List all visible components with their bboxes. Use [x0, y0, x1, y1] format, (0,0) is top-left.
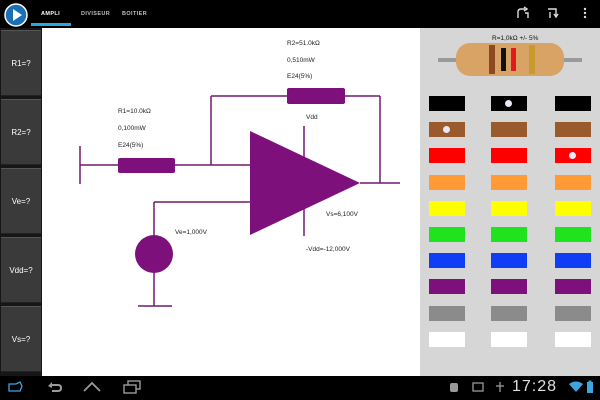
color-band-chip[interactable]: [555, 227, 591, 242]
screenshot-icon: [472, 382, 484, 392]
vs-label: Vs=6,100V: [326, 211, 358, 218]
color-band-chip[interactable]: [429, 279, 465, 295]
color-band-chip[interactable]: [491, 305, 527, 321]
flip-up-icon[interactable]: [516, 6, 530, 20]
color-band-chip[interactable]: [555, 279, 591, 295]
recent-apps-icon[interactable]: [122, 380, 142, 394]
color-band-chip[interactable]: [555, 174, 591, 190]
clock: 17:28: [512, 378, 558, 395]
color-band-chip[interactable]: [429, 227, 465, 242]
r2-series-label: E24(5%): [287, 73, 313, 80]
color-band-chip[interactable]: [491, 227, 527, 242]
color-band-chip[interactable]: [429, 96, 465, 111]
action-bar: AMPLI DIVISEUR BOITIER: [0, 0, 600, 28]
color-band-chip[interactable]: [491, 279, 527, 295]
solve-r1-button[interactable]: R1=?: [1, 30, 41, 96]
resistor-r1: [118, 158, 175, 173]
color-band-chip[interactable]: [491, 148, 527, 164]
tab-ampli-indicator: [31, 23, 71, 26]
solve-vs-button[interactable]: Vs=?: [1, 306, 41, 372]
color-band-chip[interactable]: [429, 253, 465, 269]
color-band-chip[interactable]: [429, 200, 465, 216]
r2-value-label: R2=51.0kΩ: [287, 40, 320, 47]
color-band-chip[interactable]: [491, 253, 527, 269]
ve-label: Ve=1,000V: [175, 229, 207, 236]
back-icon[interactable]: [44, 380, 64, 394]
r1-series-label: E24(5%): [118, 142, 144, 149]
solve-vdd-button[interactable]: Vdd=?: [1, 237, 41, 303]
usb-icon: [496, 382, 504, 392]
op-amp-symbol: [250, 131, 360, 235]
color-band-chip[interactable]: [491, 122, 527, 138]
r1-power-label: 0,100mW: [118, 125, 146, 132]
color-band-chip[interactable]: [429, 148, 465, 164]
selected-band-indicator: [505, 100, 512, 107]
color-band-chip[interactable]: [429, 305, 465, 321]
tab-diviseur[interactable]: DIVISEUR: [81, 11, 110, 17]
color-band-chip[interactable]: [429, 331, 465, 347]
tab-boitier[interactable]: BOITIER: [122, 11, 147, 17]
home-icon[interactable]: [82, 380, 102, 394]
color-band-chip[interactable]: [555, 122, 591, 138]
color-band-chip[interactable]: [555, 96, 591, 111]
selected-band-indicator: [443, 126, 450, 134]
vdd-label: Vdd: [306, 114, 318, 121]
selected-band-indicator: [569, 152, 576, 160]
amplifier-schematic: [79, 88, 400, 307]
circuit-diagram: R2=51.0kΩ 0,510mW E24(5%) R1=10.0kΩ 0,10…: [42, 28, 420, 376]
overflow-menu-icon[interactable]: [578, 6, 592, 20]
color-band-chip[interactable]: [555, 200, 591, 216]
color-band-chip[interactable]: [491, 174, 527, 190]
color-code-palette: R=1,0kΩ +/- 5%: [420, 28, 600, 376]
voltage-source-ve: [135, 235, 173, 273]
flip-down-icon[interactable]: [546, 6, 560, 20]
battery-icon: [587, 380, 593, 393]
color-band-chip[interactable]: [555, 331, 591, 347]
app-logo-icon: [4, 3, 28, 27]
resistor-value-label: R=1,0kΩ +/- 5%: [492, 35, 539, 42]
android-debug-icon: [450, 383, 458, 392]
color-band-chip[interactable]: [555, 253, 591, 269]
r2-power-label: 0,510mW: [287, 57, 315, 64]
neg-vdd-label: -Vdd=-12,000V: [306, 246, 350, 253]
solve-r2-button[interactable]: R2=?: [1, 99, 41, 165]
r1-value-label: R1=10.0kΩ: [118, 108, 151, 115]
solve-button-column: R1=? R2=? Ve=? Vdd=? Vs=?: [0, 28, 42, 376]
color-band-chip[interactable]: [491, 331, 527, 347]
dock-icon[interactable]: [6, 380, 26, 394]
solve-ve-button[interactable]: Ve=?: [1, 168, 41, 234]
color-band-chip[interactable]: [555, 148, 591, 164]
color-band-chip[interactable]: [429, 174, 465, 190]
color-band-chip[interactable]: [429, 122, 465, 138]
color-band-chip[interactable]: [491, 200, 527, 216]
resistor-r2: [287, 88, 345, 104]
tab-ampli[interactable]: AMPLI: [41, 11, 60, 17]
system-bar: 17:28: [0, 376, 600, 400]
color-band-chip[interactable]: [555, 305, 591, 321]
color-band-chip[interactable]: [491, 96, 527, 111]
wifi-icon: [569, 381, 583, 392]
